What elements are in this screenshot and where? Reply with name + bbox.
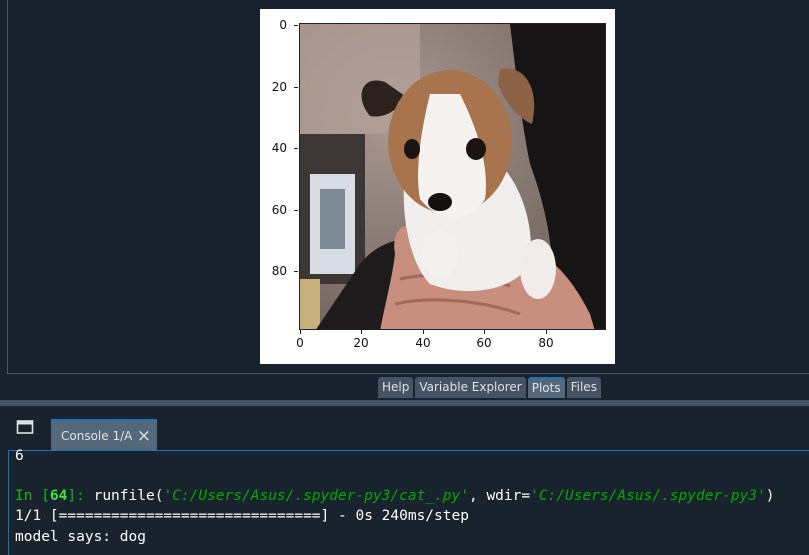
x-tick-label: 60 [476,336,492,350]
x-tick [423,330,424,334]
tab-help[interactable]: Help [378,377,414,398]
pane-tab-bar: Help Variable Explorer Plots Files [378,377,601,398]
image-axes [299,23,606,330]
y-tick [294,148,298,149]
y-tick-label: 60 [271,203,287,217]
x-tick-label: 20 [353,336,369,350]
progress-output: 1/1 [==============================] - 0… [15,508,469,524]
x-tick-label: 0 [296,336,304,350]
x-tick-label: 40 [415,336,431,350]
prompt-prefix: In [ [15,488,50,504]
y-tick [294,210,298,211]
plot-figure[interactable]: 0 20 40 60 80 0 20 40 60 80 [260,9,615,364]
ipython-console[interactable]: 6 In [64]: runfile('C:/Users/Asus/.spyde… [8,448,809,555]
x-tick [484,330,485,334]
tab-files[interactable]: Files [566,377,601,398]
command-path: 'C:/Users/Asus/.spyder-py3/cat_.py' [163,488,469,504]
console-header: Console 1/A × [0,406,809,453]
y-tick [294,271,298,272]
result-output: model says: dog [15,529,146,545]
y-tick-label: 40 [271,141,287,155]
puppy-image [300,24,605,329]
command-sep: , wdir= [468,488,531,504]
console-tab-label: Console 1/A [61,429,133,443]
y-tick-label: 20 [271,80,287,94]
tab-console-1a[interactable]: Console 1/A × [51,419,157,453]
x-tick [546,330,547,334]
command-wdir: 'C:/Users/Asus/.spyder-py3' [530,488,766,504]
console-output-line: 6 [15,448,24,464]
plots-pane: 0 20 40 60 80 0 20 40 60 80 [7,0,809,374]
x-tick-label: 80 [538,336,554,350]
console-input-line: In [64]: runfile('C:/Users/Asus/.spyder-… [15,487,775,505]
y-tick-label: 80 [271,264,287,278]
y-tick-label: 0 [279,18,287,32]
command-close: ) [765,488,775,504]
prompt-suffix: ]: [67,488,94,504]
window-options-icon[interactable] [16,419,36,439]
close-icon[interactable]: × [137,421,151,451]
command-func: runfile( [93,488,164,504]
y-tick [294,87,298,88]
x-tick [300,330,301,334]
y-tick [294,25,298,26]
tab-plots[interactable]: Plots [527,377,565,398]
tab-variable-explorer[interactable]: Variable Explorer [415,377,526,398]
x-tick [361,330,362,334]
prompt-number: 64 [49,488,68,504]
